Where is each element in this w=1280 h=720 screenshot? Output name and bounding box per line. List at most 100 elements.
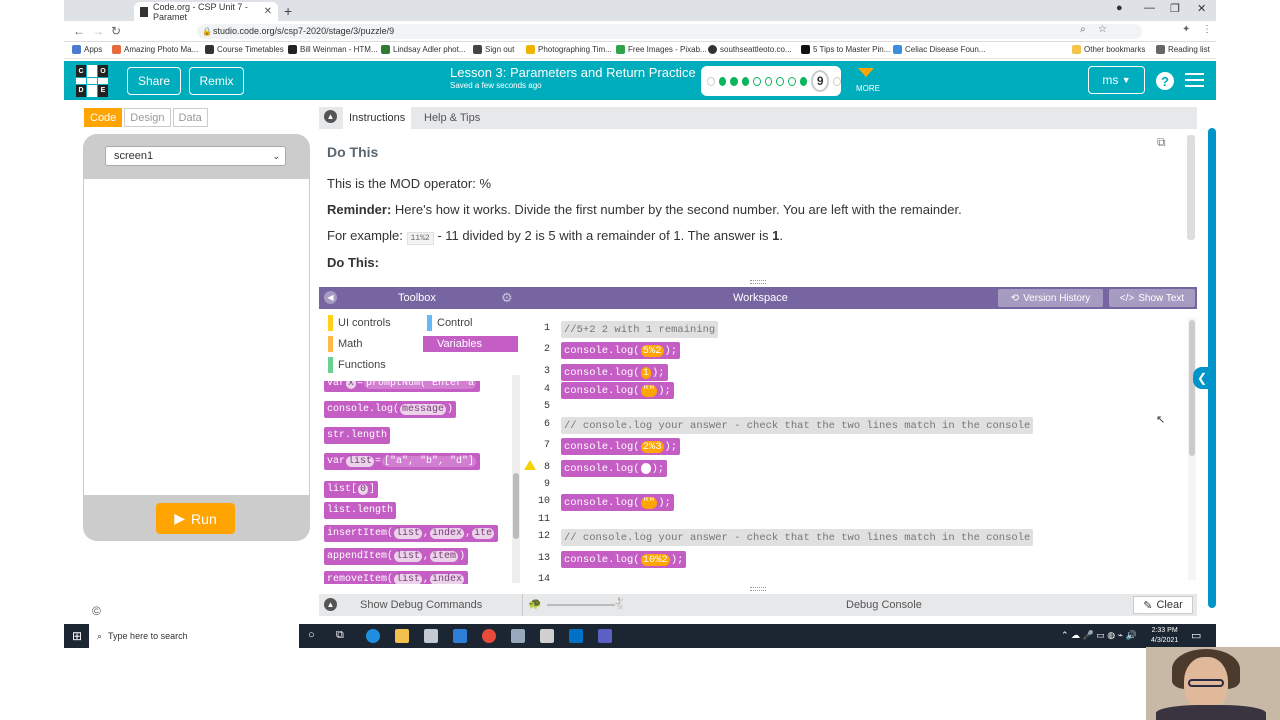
minimize-icon[interactable]: — bbox=[1144, 2, 1155, 14]
line-number[interactable]: 2 bbox=[522, 344, 550, 355]
extensions-icon[interactable]: ✦ bbox=[1182, 24, 1190, 35]
progress-dot[interactable] bbox=[799, 76, 808, 86]
block-arg[interactable]: 5%2 bbox=[640, 344, 664, 357]
bookmark-item[interactable]: Bill Weinman - HTM... bbox=[288, 45, 378, 54]
profile-icon[interactable]: ● bbox=[1116, 2, 1123, 14]
show-debug-commands[interactable]: Show Debug Commands bbox=[360, 599, 482, 611]
block-value[interactable]: ["a", "b", "d"] bbox=[382, 456, 477, 467]
toolbox-block[interactable]: str.length bbox=[324, 427, 391, 444]
code-workspace[interactable]: 1//5+2 2 with 1 remaining 2 console.log(5%… bbox=[522, 309, 1197, 584]
windows-start-icon[interactable]: ⊞ bbox=[72, 629, 82, 643]
progress-dot[interactable] bbox=[741, 76, 750, 86]
bookmark-item[interactable]: Photographing Tim... bbox=[526, 45, 612, 54]
warning-icon[interactable] bbox=[524, 460, 536, 470]
tab-instructions[interactable]: Instructions bbox=[343, 107, 412, 129]
bookmark-item[interactable]: Sign out bbox=[473, 45, 514, 54]
outlook-icon[interactable] bbox=[569, 629, 583, 643]
resize-handle[interactable] bbox=[750, 587, 766, 591]
block-arg[interactable]: "" bbox=[640, 496, 658, 509]
bookmark-item[interactable]: Course Timetables bbox=[205, 45, 284, 54]
chrome-icon[interactable] bbox=[482, 629, 496, 643]
progress-dot[interactable] bbox=[753, 76, 761, 86]
zoom-icon[interactable]: ⌕ bbox=[1080, 24, 1086, 35]
store-icon[interactable] bbox=[424, 629, 438, 643]
block-arg[interactable]: x bbox=[346, 381, 357, 389]
progress-dot[interactable] bbox=[787, 76, 796, 86]
menu-kebab-icon[interactable]: ⋮ bbox=[1202, 24, 1212, 35]
category-math[interactable]: Math bbox=[324, 336, 419, 352]
line-number[interactable]: 1 bbox=[522, 323, 550, 334]
tab-code[interactable]: Code bbox=[84, 108, 123, 127]
more-label[interactable]: MORE bbox=[856, 84, 880, 93]
toolbox-block[interactable]: list[0] bbox=[324, 481, 379, 498]
tab-help-tips[interactable]: Help & Tips bbox=[424, 107, 480, 129]
bookmark-reading-list[interactable]: Reading list bbox=[1156, 45, 1210, 54]
line-number[interactable]: 3 bbox=[522, 366, 550, 377]
instructions-scrollbar[interactable] bbox=[1187, 135, 1195, 240]
run-button[interactable]: ▶ Run bbox=[156, 503, 235, 534]
toolbox-block[interactable]: var list = ["a", "b", "d"] bbox=[324, 453, 481, 470]
line-number[interactable]: 10 bbox=[522, 496, 550, 507]
block-arg[interactable]: 0 bbox=[358, 484, 369, 495]
bookmark-item[interactable]: Lindsay Adler phot... bbox=[381, 45, 466, 54]
new-tab-icon[interactable]: + bbox=[284, 3, 292, 19]
comment-block[interactable]: // console.log your answer - check that … bbox=[561, 529, 1034, 546]
progress-dot[interactable] bbox=[833, 76, 841, 86]
taskbar-search[interactable]: ⌕ Type here to search bbox=[89, 624, 299, 648]
bookmark-item[interactable]: 5 Tips to Master Pin... bbox=[801, 45, 890, 54]
tab-design[interactable]: Design bbox=[124, 108, 171, 127]
cortana-icon[interactable]: ○ bbox=[308, 629, 315, 641]
toolbox-block[interactable]: removeItem(list, index bbox=[324, 571, 469, 584]
console-log-block[interactable]: console.log(10%2); bbox=[561, 551, 687, 568]
hamburger-menu-icon[interactable] bbox=[1185, 73, 1204, 91]
category-variables[interactable]: Variables bbox=[423, 336, 518, 352]
gear-icon[interactable]: ⚙ bbox=[501, 290, 513, 306]
block-arg[interactable]: list bbox=[394, 551, 423, 562]
bookmark-item[interactable]: Amazing Photo Ma... bbox=[112, 45, 198, 54]
mail-icon[interactable] bbox=[453, 629, 467, 643]
tab-data[interactable]: Data bbox=[172, 108, 208, 127]
console-log-block[interactable]: console.log(5%2); bbox=[561, 342, 681, 359]
teams-icon[interactable] bbox=[598, 629, 612, 643]
share-button[interactable]: Share bbox=[127, 67, 181, 95]
block-arg[interactable]: message bbox=[400, 404, 447, 415]
comment-block[interactable]: // console.log your answer - check that … bbox=[561, 417, 1034, 434]
console-log-block[interactable]: console.log(); bbox=[561, 460, 668, 477]
show-text-button[interactable]: </> Show Text bbox=[1109, 289, 1195, 307]
block-arg[interactable]: index bbox=[430, 528, 465, 539]
progress-dot[interactable] bbox=[718, 76, 727, 86]
line-number[interactable]: 11 bbox=[522, 514, 550, 525]
category-control[interactable]: Control bbox=[423, 315, 518, 331]
text-to-speech-icon[interactable]: ⧉ bbox=[1157, 135, 1166, 150]
close-tab-icon[interactable]: ✕ bbox=[264, 6, 272, 17]
block-arg[interactable]: "" bbox=[640, 384, 658, 397]
calculator-icon[interactable] bbox=[540, 629, 554, 643]
line-number[interactable]: 9 bbox=[522, 479, 550, 490]
reload-icon[interactable]: ↻ bbox=[111, 24, 121, 38]
line-number[interactable]: 5 bbox=[522, 401, 550, 412]
block-arg[interactable]: 2%3 bbox=[640, 440, 664, 453]
line-number[interactable]: 12 bbox=[522, 531, 550, 542]
codeorg-logo[interactable]: C O D E bbox=[76, 65, 108, 97]
current-puzzle-number[interactable]: 9 bbox=[811, 70, 830, 92]
block-arg[interactable]: item bbox=[430, 551, 459, 562]
collapse-instructions-icon[interactable]: ▲ bbox=[324, 110, 337, 123]
toolbox-block[interactable]: var x = promptNum("Enter a bbox=[324, 381, 481, 392]
help-icon[interactable]: ? bbox=[1156, 72, 1174, 90]
block-arg[interactable]: list bbox=[394, 574, 423, 584]
collapse-toolbox-icon[interactable]: ◀ bbox=[324, 291, 337, 304]
toolbox-block[interactable]: insertItem(list, index, ite bbox=[324, 525, 499, 542]
app-icon[interactable] bbox=[511, 629, 525, 643]
bookmark-item[interactable]: Free Images - Pixab... bbox=[616, 45, 707, 54]
block-arg[interactable]: 1 bbox=[640, 366, 651, 379]
collapse-side-icon[interactable]: ❮ bbox=[1193, 367, 1211, 389]
workspace-scroll-thumb[interactable] bbox=[1189, 320, 1195, 456]
bookmark-apps[interactable]: Apps bbox=[72, 45, 102, 54]
version-history-button[interactable]: ⟲ Version History bbox=[998, 289, 1103, 307]
line-number[interactable]: 7 bbox=[522, 440, 550, 451]
maximize-icon[interactable]: ❐ bbox=[1170, 2, 1180, 15]
line-number[interactable]: 14 bbox=[522, 574, 550, 584]
console-log-block[interactable]: console.log(""); bbox=[561, 382, 674, 399]
bookmark-item[interactable]: southseattleoto.co... bbox=[708, 45, 792, 54]
toolbox-block[interactable]: console.log(message) bbox=[324, 401, 457, 418]
